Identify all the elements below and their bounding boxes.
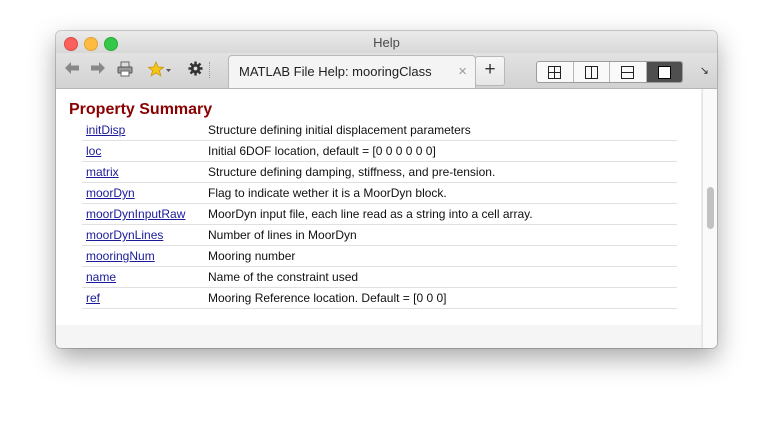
property-link[interactable]: name — [86, 270, 116, 284]
table-row: moorDynLines Number of lines in MoorDyn — [82, 225, 677, 246]
table-row: mooringNum Mooring number — [82, 246, 677, 267]
property-description: Mooring Reference location. Default = [0… — [208, 291, 447, 305]
title-bar: Help — [56, 31, 717, 53]
property-table: initDisp Structure defining initial displ… — [82, 120, 677, 309]
split-horizontal-icon[interactable] — [610, 62, 647, 82]
printer-icon[interactable] — [116, 61, 134, 79]
table-row: ref Mooring Reference location. Default =… — [82, 288, 677, 309]
table-row: name Name of the constraint used — [82, 267, 677, 288]
property-description: Number of lines in MoorDyn — [208, 228, 357, 242]
gear-icon[interactable] — [187, 61, 203, 79]
tab-matlab-file-help[interactable]: MATLAB File Help: mooringClass × — [228, 55, 476, 88]
back-arrow-icon[interactable] — [63, 61, 81, 79]
vertical-scrollbar[interactable] — [702, 89, 717, 348]
layout-switcher — [536, 61, 683, 83]
single-panel-icon[interactable] — [646, 62, 682, 82]
property-link[interactable]: loc — [86, 144, 101, 158]
help-content: Property Summary initDisp Structure defin… — [56, 89, 701, 348]
tab-label: MATLAB File Help: mooringClass — [239, 64, 432, 79]
property-description: Structure defining damping, stiffness, a… — [208, 165, 496, 179]
property-description: MoorDyn input file, each line read as a … — [208, 207, 533, 221]
property-link[interactable]: moorDyn — [86, 186, 135, 200]
help-window: Help MATLAB File Help: mooringClass × + — [56, 31, 717, 348]
property-link[interactable]: moorDynLines — [86, 228, 163, 242]
new-tab-button[interactable]: + — [475, 56, 505, 86]
property-description: Initial 6DOF location, default = [0 0 0 … — [208, 144, 436, 158]
toolbar: MATLAB File Help: mooringClass × + ↘ — [56, 53, 717, 89]
property-description: Name of the constraint used — [208, 270, 359, 284]
close-window-button[interactable] — [64, 37, 78, 51]
window-title: Help — [373, 35, 400, 50]
table-row: moorDynInputRaw MoorDyn input file, each … — [82, 204, 677, 225]
close-tab-icon[interactable]: × — [458, 63, 467, 80]
maximize-window-button[interactable] — [104, 37, 118, 51]
content-footer — [56, 325, 701, 348]
property-link[interactable]: ref — [86, 291, 100, 305]
forward-arrow-icon[interactable] — [89, 61, 107, 79]
table-row: moorDyn Flag to indicate wether it is a M… — [82, 183, 677, 204]
section-heading: Property Summary — [69, 101, 213, 118]
minimize-window-button[interactable] — [84, 37, 98, 51]
table-row: loc Initial 6DOF location, default = [0 0… — [82, 141, 677, 162]
table-row: initDisp Structure defining initial displ… — [82, 120, 677, 141]
property-link[interactable]: moorDynInputRaw — [86, 207, 185, 221]
scroll-thumb[interactable] — [707, 187, 714, 229]
property-description: Flag to indicate wether it is a MoorDyn … — [208, 186, 447, 200]
split-vertical-icon[interactable] — [574, 62, 610, 82]
star-icon[interactable] — [146, 61, 174, 79]
resize-arrow-icon[interactable]: ↘ — [700, 64, 709, 77]
property-link[interactable]: mooringNum — [86, 249, 155, 263]
property-link[interactable]: matrix — [86, 165, 119, 179]
table-row: matrix Structure defining damping, stiffn… — [82, 162, 677, 183]
property-description: Mooring number — [208, 249, 296, 263]
grid-2x2-icon[interactable] — [537, 62, 574, 82]
toolbar-separator — [209, 62, 212, 78]
property-link[interactable]: initDisp — [86, 123, 125, 137]
property-description: Structure defining initial displacement … — [208, 123, 471, 137]
